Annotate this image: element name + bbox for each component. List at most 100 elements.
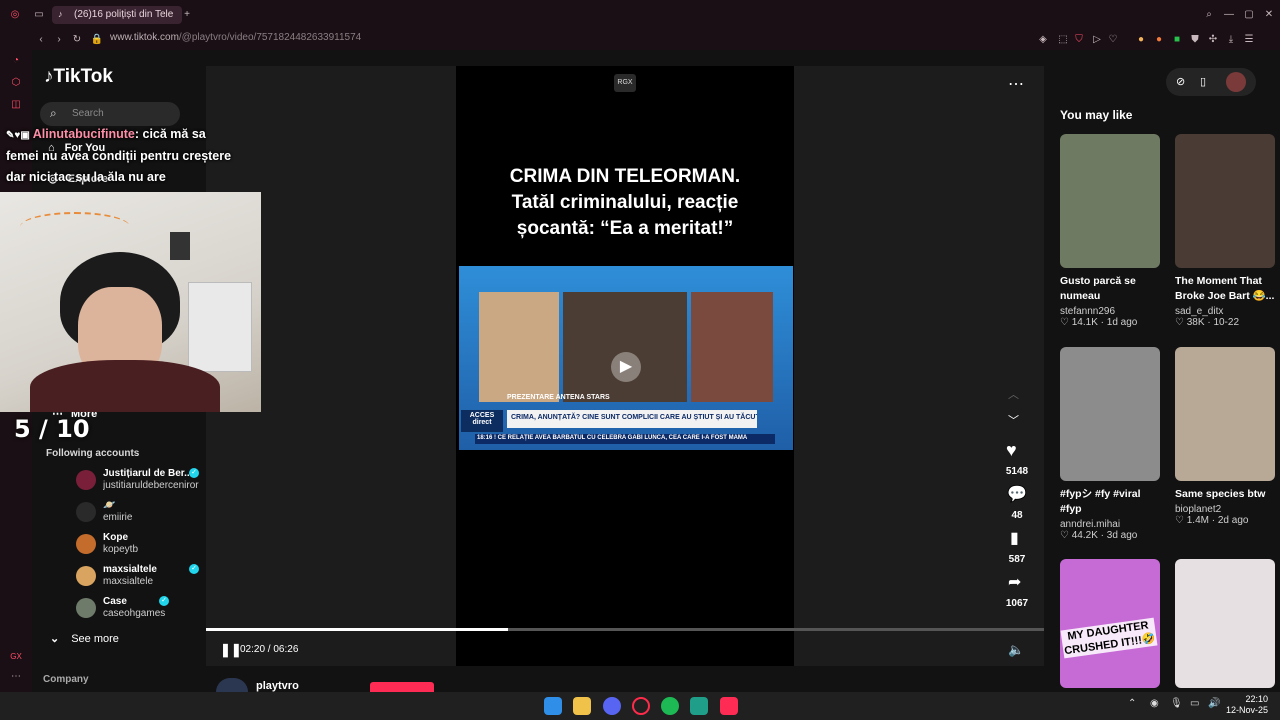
start-icon[interactable] xyxy=(544,697,562,715)
following-item[interactable]: Case ✓ caseohgames xyxy=(76,594,226,622)
puzzle-icon[interactable]: ✣ xyxy=(1206,33,1220,47)
extension-icon[interactable]: ◈ xyxy=(1036,33,1050,47)
pause-icon[interactable]: ❚❚ xyxy=(220,642,242,658)
close-button[interactable]: ✕ xyxy=(1262,8,1276,22)
chat-username: Alinutabucifinute xyxy=(32,127,135,141)
network-icon[interactable]: ▭ xyxy=(1190,698,1199,709)
easy-setup-icon[interactable]: ☰ xyxy=(1242,33,1256,47)
following-header: Following accounts xyxy=(46,448,140,459)
reload-icon[interactable]: ↻ xyxy=(70,33,84,47)
separator: · xyxy=(1208,515,1218,526)
workspaces-icon[interactable]: ▭ xyxy=(32,8,46,22)
heart-icon[interactable]: ♡ xyxy=(1106,33,1120,47)
recommendation-thumbnail[interactable] xyxy=(1060,134,1160,268)
pocket-icon[interactable]: ⛉ xyxy=(1072,33,1086,47)
recommendation-title[interactable]: Same species btw xyxy=(1175,487,1275,502)
recommendation-author[interactable]: bioplanet2 xyxy=(1175,504,1275,515)
maximize-button[interactable]: ▢ xyxy=(1242,8,1256,22)
recommendation-title[interactable]: #fypシ #fy #viral #fyp xyxy=(1060,487,1160,517)
following-item[interactable]: Justițiarul de Ber... ✓ justitiaruldeberce… xyxy=(76,466,226,494)
recommendation-author[interactable]: stefannn296 xyxy=(1060,306,1160,317)
following-item[interactable]: maxsialtele ✓ maxsialtele xyxy=(76,562,226,590)
recommendation-card[interactable]: Gusto parcă se numeau stefannn296 ♡ 14.1K … xyxy=(1060,134,1160,328)
file-explorer-icon[interactable] xyxy=(573,697,591,715)
coin-icon[interactable]: ⊘ xyxy=(1176,75,1185,88)
clock-date[interactable]: 12-Nov-25 xyxy=(1222,705,1268,715)
tiktok-app-icon[interactable] xyxy=(720,697,738,715)
recommendation-thumbnail[interactable] xyxy=(1060,347,1160,481)
recommendation-card[interactable]: #fypシ #fy #viral #fyp anndrei.mihai ♡ 44.2… xyxy=(1060,347,1160,541)
following-handle: caseohgames xyxy=(103,608,166,619)
shield-icon[interactable]: ⛊ xyxy=(1188,33,1202,47)
chevron-down-button[interactable]: ﹀ xyxy=(1008,412,1019,428)
opera-gx-icon[interactable] xyxy=(632,697,650,715)
speaker-icon[interactable]: 🔊 xyxy=(1208,698,1220,709)
share-icon[interactable]: ➦ xyxy=(1008,572,1021,592)
top-right-actions: ⊘ ▯ xyxy=(1166,68,1256,96)
save-count: 587 xyxy=(1008,554,1026,565)
player-icon[interactable]: ▷ xyxy=(1090,33,1104,47)
following-item[interactable]: Kope kopeytb xyxy=(76,530,226,558)
following-item[interactable]: 🪐 emiirie xyxy=(76,498,226,526)
avatar xyxy=(76,502,96,522)
tray-discord-icon[interactable]: ◉ xyxy=(1150,698,1159,709)
bookmark-icon[interactable]: ▮ xyxy=(1010,528,1019,548)
opera-logo-icon[interactable]: ◎ xyxy=(8,8,22,22)
url-field[interactable]: www.tiktok.com/@playtvro/video/757182448… xyxy=(110,32,361,43)
back-icon[interactable]: ‹ xyxy=(34,33,48,47)
recommendation-likes: 38K xyxy=(1186,317,1205,328)
more-options-icon[interactable]: ⋯ xyxy=(1008,74,1024,94)
app-icon[interactable] xyxy=(690,697,708,715)
recommendation-title[interactable]: The Moment That Broke Joe Bart 😂... xyxy=(1175,274,1275,304)
recommendation-meta: ♡ 14.1K · 1d ago xyxy=(1060,317,1160,328)
recommendation-meta: ♡ 44.2K · 3d ago xyxy=(1060,530,1160,541)
chevron-up-icon[interactable]: ︿ xyxy=(1008,386,1019,402)
active-tab[interactable]: ♪ (26)16 polițiști din Tele xyxy=(52,6,182,24)
aria-icon[interactable]: ◔ xyxy=(9,54,23,68)
device-icon[interactable]: ▯ xyxy=(1200,75,1206,88)
snapshot-icon[interactable]: ⬚ xyxy=(1056,33,1070,47)
recommendation-thumbnail[interactable] xyxy=(1175,347,1275,481)
crypto-wallet-icon[interactable]: ⬡ xyxy=(9,76,23,90)
gx-icon[interactable]: GX xyxy=(9,650,23,664)
instagram-icon[interactable]: ◫ xyxy=(9,98,23,112)
forward-icon[interactable]: › xyxy=(52,33,66,47)
sidebar-more-icon[interactable]: ⋯ xyxy=(9,670,23,684)
volume-icon[interactable]: 🔈 xyxy=(1008,642,1024,658)
search-tabs-icon[interactable]: ⌕ xyxy=(1202,8,1216,22)
play-icon[interactable]: ▶ xyxy=(611,352,641,382)
clip-banner: CRIMA, ANUNȚATĂ? CINE SUNT COMPLICII CAR… xyxy=(507,410,757,428)
follow-button[interactable] xyxy=(370,682,434,692)
like-icon[interactable]: ♥ xyxy=(1006,440,1017,461)
company-link[interactable]: Company xyxy=(43,674,89,685)
profile-avatar[interactable] xyxy=(1226,72,1246,92)
see-more-button[interactable]: ⌄ See more xyxy=(50,632,119,645)
tiktok-logo[interactable]: ♪TikTok xyxy=(44,66,113,88)
recommendations-header: You may like xyxy=(1060,108,1133,122)
comment-icon[interactable]: 💬 xyxy=(1007,484,1027,504)
tray-chevron-icon[interactable]: ⌃ xyxy=(1128,698,1136,709)
recommendation-author[interactable]: sad_e_ditx xyxy=(1175,306,1275,317)
extension-3-icon[interactable]: ● xyxy=(1152,33,1166,47)
extension-4-icon[interactable]: ■ xyxy=(1170,33,1184,47)
microphone-icon[interactable]: 🎙 xyxy=(1170,698,1183,709)
minimize-button[interactable]: — xyxy=(1222,8,1236,22)
recommendation-card[interactable] xyxy=(1175,559,1275,688)
recommendation-card[interactable]: Same species btw bioplanet2 ♡ 1.4M · 2d ag… xyxy=(1175,347,1275,526)
clock-time[interactable]: 22:10 xyxy=(1236,694,1268,704)
recommendation-thumbnail[interactable] xyxy=(1175,559,1275,688)
search-input[interactable]: ⌕ Search xyxy=(40,102,180,126)
recommendation-author[interactable]: anndrei.mihai xyxy=(1060,519,1160,530)
recommendation-thumbnail[interactable] xyxy=(1175,134,1275,268)
recommendation-card[interactable]: The Moment That Broke Joe Bart 😂... sad_e… xyxy=(1175,134,1275,328)
recommendation-title[interactable]: Gusto parcă se numeau xyxy=(1060,274,1160,304)
author-name[interactable]: playtvro xyxy=(256,680,299,692)
clip-ticker: 18:16 ! CE RELAȚIE AVEA BĂRBATUL CU CELE… xyxy=(475,434,775,444)
search-placeholder: Search xyxy=(72,108,104,119)
discord-icon[interactable] xyxy=(603,697,621,715)
spotify-icon[interactable] xyxy=(661,697,679,715)
extension-2-icon[interactable]: ● xyxy=(1134,33,1148,47)
download-icon[interactable]: ⤓ xyxy=(1224,33,1238,47)
new-tab-button[interactable]: + xyxy=(180,8,194,22)
following-handle: emiirie xyxy=(103,512,133,523)
